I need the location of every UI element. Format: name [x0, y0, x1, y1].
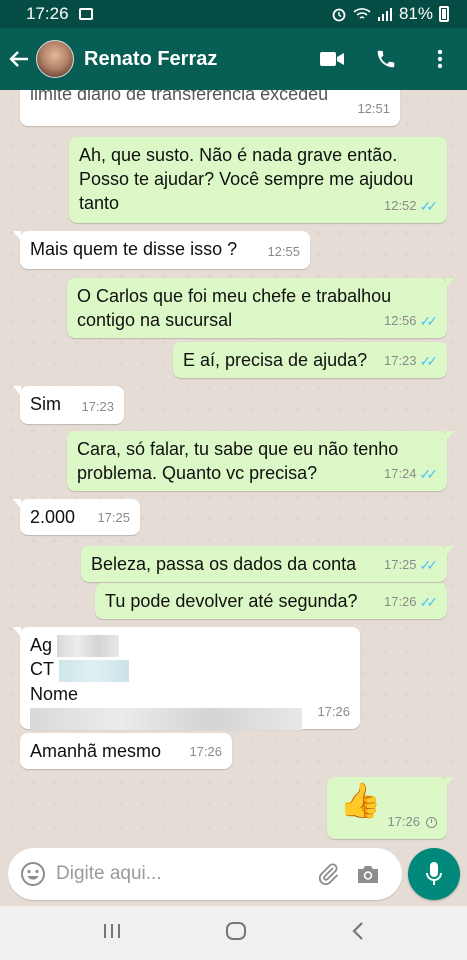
signal-icon	[377, 8, 392, 21]
compose-field-container	[8, 848, 402, 900]
message-time: 17:25	[383, 557, 417, 572]
video-call-icon[interactable]	[305, 28, 359, 90]
chat-header: Renato Ferraz	[0, 28, 467, 90]
redacted-block	[57, 635, 120, 658]
status-time: 17:26	[26, 4, 69, 23]
mic-icon[interactable]	[408, 848, 460, 900]
message-text: Sim	[30, 394, 61, 414]
message-incoming[interactable]: Amanhã mesmo 17:26	[20, 733, 232, 769]
camera-icon[interactable]	[346, 863, 390, 885]
message-time: 17:26	[387, 814, 420, 829]
message-time: 17:23	[81, 399, 114, 414]
account-line-ct: CT	[30, 657, 350, 682]
status-bar: 17:26 81%	[0, 0, 467, 28]
home-icon[interactable]	[225, 920, 247, 947]
pending-clock-icon	[426, 816, 437, 828]
wifi-icon	[353, 8, 371, 19]
message-incoming[interactable]: Mais quem te disse isso ? 12:55	[13, 231, 310, 269]
back-arrow-icon[interactable]	[2, 28, 36, 90]
contact-name[interactable]: Renato Ferraz	[84, 48, 217, 71]
message-outgoing[interactable]: Cara, só falar, tu sabe que eu não tenho…	[67, 431, 454, 491]
chat-area[interactable]: limite diário de transferência excedeu 1…	[0, 90, 467, 842]
message-incoming[interactable]: 2.000 17:25	[13, 499, 140, 535]
message-time: 12:55	[267, 244, 300, 259]
message-outgoing[interactable]: Beleza, passa os dados da conta 17:25 ✓✓	[81, 546, 454, 582]
back-nav-icon[interactable]	[351, 921, 365, 946]
message-time: 12:56	[383, 313, 417, 328]
message-text: Ah, que susto. Não é nada grave então. P…	[79, 145, 414, 213]
read-ticks-icon: ✓✓	[419, 594, 439, 610]
message-time: 17:24	[383, 466, 417, 481]
message-outgoing[interactable]: O Carlos que foi meu chefe e trabalhou c…	[67, 278, 454, 338]
message-text: O Carlos que foi meu chefe e trabalhou c…	[77, 286, 392, 330]
thumbs-up-emoji: 👍	[339, 782, 382, 820]
attach-icon[interactable]	[310, 862, 346, 886]
message-text: 2.000	[30, 507, 76, 527]
message-text: Cara, só falar, tu sabe que eu não tenho…	[77, 439, 399, 483]
account-line-ag: Ag	[30, 633, 350, 658]
emoji-icon[interactable]	[10, 861, 56, 887]
message-input[interactable]	[56, 863, 296, 885]
message-text: Beleza, passa os dados da conta	[91, 554, 357, 574]
battery-percent: 81%	[398, 4, 433, 23]
message-time: 17:23	[383, 353, 417, 368]
message-outgoing[interactable]: Ah, que susto. Não é nada grave então. P…	[69, 137, 447, 223]
read-ticks-icon: ✓✓	[419, 313, 439, 329]
alarm-icon	[332, 8, 346, 22]
message-text: Tu pode devolver até segunda?	[105, 591, 358, 611]
system-nav-bar	[0, 906, 467, 960]
message-time: 12:51	[357, 101, 390, 116]
message-time: 17:26	[189, 744, 222, 759]
more-options-icon[interactable]	[413, 28, 467, 90]
message-outgoing[interactable]: E aí, precisa de ajuda? 17:23 ✓✓	[173, 342, 447, 378]
message-text: Mais quem te disse isso ?	[30, 239, 238, 259]
message-text: limite diário de transferência excedeu	[30, 90, 329, 104]
message-outgoing[interactable]: Tu pode devolver até segunda? 17:26 ✓✓	[95, 583, 447, 619]
battery-icon	[439, 6, 449, 22]
message-incoming[interactable]: Ag CT Nome 17:26	[13, 627, 360, 730]
read-ticks-icon: ✓✓	[419, 353, 439, 369]
message-time: 12:52	[383, 198, 417, 213]
redacted-block	[58, 659, 129, 682]
recent-apps-icon[interactable]	[102, 922, 122, 945]
phone-icon[interactable]	[359, 28, 413, 90]
read-ticks-icon: ✓✓	[419, 557, 439, 573]
read-ticks-icon: ✓✓	[419, 198, 439, 214]
message-incoming[interactable]: limite diário de transferência excedeu 1…	[20, 90, 400, 126]
redacted-block	[30, 707, 302, 730]
message-outgoing[interactable]: 👍 17:26	[327, 777, 454, 839]
message-time: 17:25	[97, 510, 130, 525]
read-ticks-icon: ✓✓	[419, 466, 439, 482]
gallery-icon	[78, 8, 93, 20]
account-line-nome: Nome	[30, 682, 350, 730]
message-text: Amanhã mesmo	[30, 741, 162, 761]
message-incoming[interactable]: Sim 17:23	[13, 386, 124, 424]
message-time: 17:26	[317, 704, 350, 719]
avatar[interactable]	[36, 40, 74, 78]
message-text: E aí, precisa de ajuda?	[183, 350, 368, 370]
compose-bar	[0, 842, 467, 906]
message-time: 17:26	[383, 594, 417, 609]
